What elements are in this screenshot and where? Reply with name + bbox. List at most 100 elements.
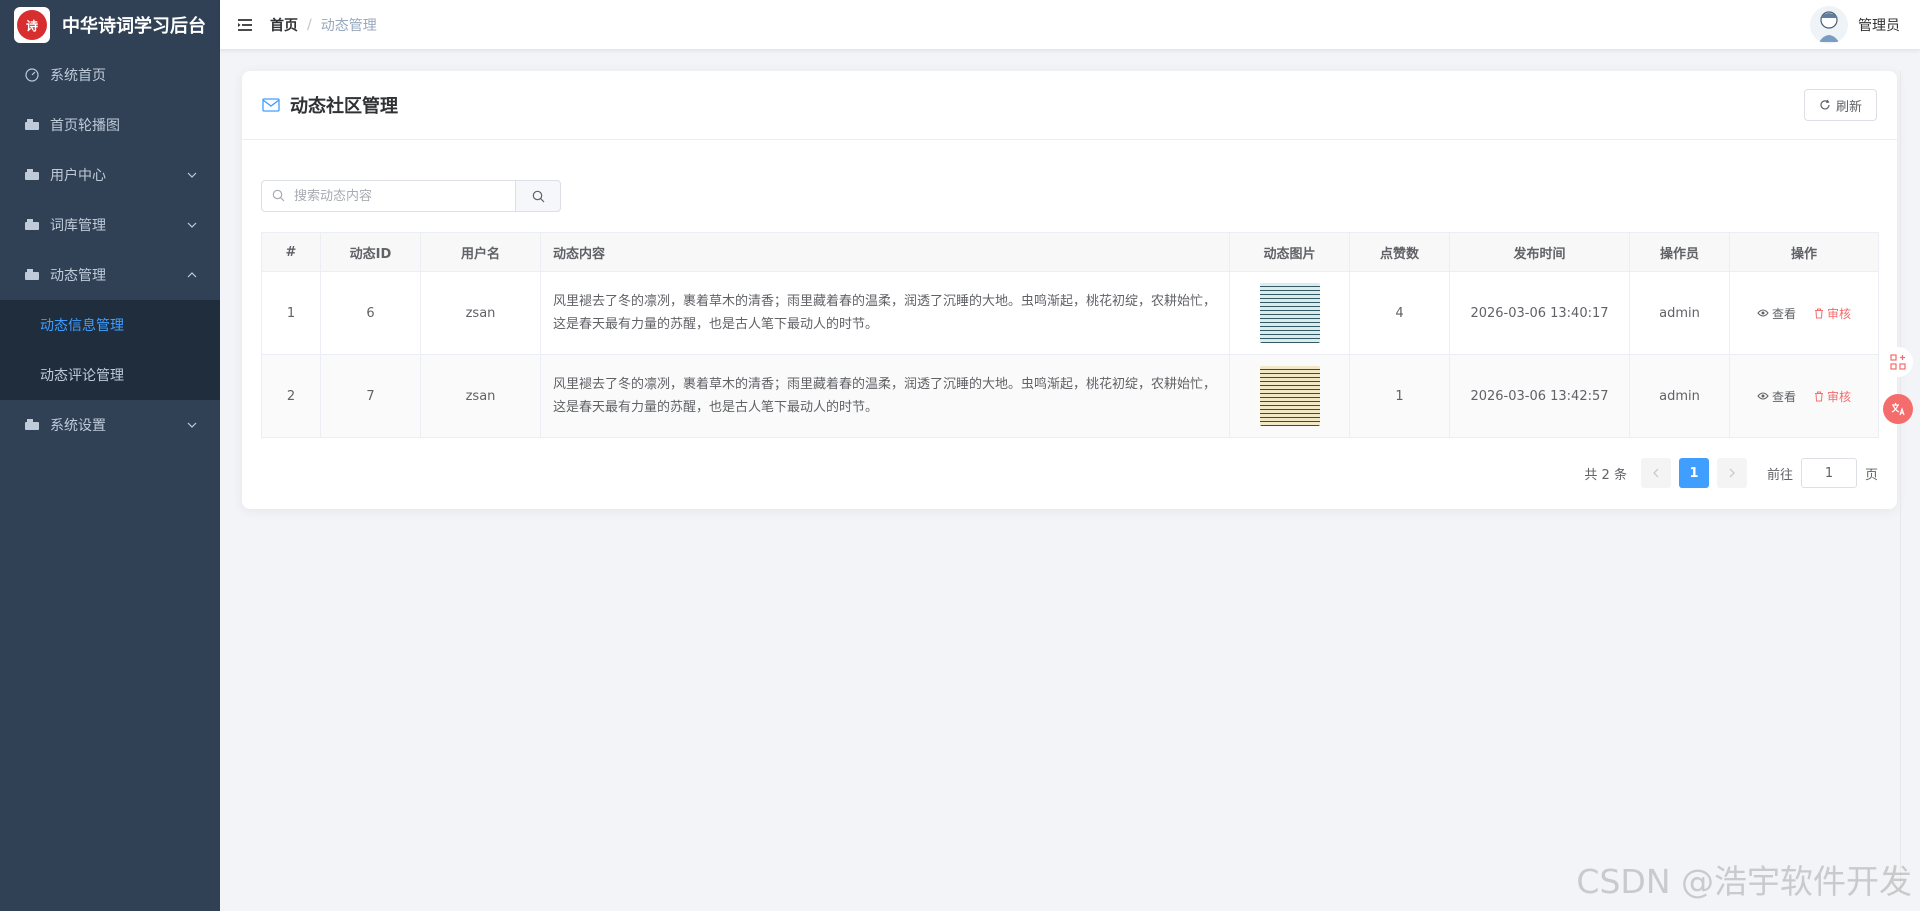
floating-translate-button[interactable] bbox=[1883, 394, 1913, 424]
cell-user: zsan bbox=[420, 271, 541, 355]
table-row: 1 6 zsan 风里褪去了冬的凛冽，裹着草木的清香；雨里藏着春的温柔，润透了沉… bbox=[261, 271, 1879, 355]
settings-icon bbox=[24, 417, 40, 433]
goto-label: 前往 bbox=[1766, 467, 1793, 483]
table-header-row: # 动态ID 用户名 动态内容 动态图片 点赞数 发布时间 操作员 操作 bbox=[261, 232, 1879, 272]
search-button[interactable] bbox=[515, 180, 561, 212]
cell-content: 风里褪去了冬的凛冽，裹着草木的清香；雨里藏着春的温柔，润透了沉睡的大地。虫鸣渐起… bbox=[540, 354, 1230, 438]
next-page-button[interactable] bbox=[1716, 458, 1747, 488]
pagination: 共 2 条 1 前往 页 bbox=[1584, 458, 1878, 488]
cell-time: 2026-03-06 13:42:57 bbox=[1449, 354, 1630, 438]
user-menu[interactable]: 管理员 bbox=[1810, 0, 1900, 50]
sidebar-item-dashboard[interactable]: 系统首页 bbox=[0, 50, 220, 100]
refresh-button[interactable]: 刷新 bbox=[1803, 89, 1877, 121]
breadcrumb-current: 动态管理 bbox=[320, 17, 377, 34]
sidebar-item-label: 系统设置 bbox=[50, 418, 106, 434]
view-button[interactable]: 查看 bbox=[1757, 305, 1796, 322]
moment-image-thumbnail[interactable] bbox=[1259, 366, 1320, 426]
sidebar-menu: 系统首页 首页轮播图 用户中心 词库管理 动态管理 动态信息管理 动态评论管理 … bbox=[0, 50, 220, 450]
audit-label: 审核 bbox=[1827, 306, 1852, 321]
watermark: CSDN @浩宇软件开发 bbox=[1576, 862, 1912, 901]
search-icon bbox=[272, 189, 285, 202]
hamburger-button[interactable] bbox=[220, 0, 270, 50]
user-name: 管理员 bbox=[1858, 18, 1900, 34]
chevron-up-icon bbox=[187, 272, 197, 278]
table-row: 2 7 zsan 风里褪去了冬的凛冽，裹着草木的清香；雨里藏着春的温柔，润透了沉… bbox=[261, 354, 1879, 438]
breadcrumb-home[interactable]: 首页 bbox=[270, 15, 298, 35]
page-jump-input[interactable] bbox=[1800, 458, 1857, 488]
cell-image bbox=[1229, 271, 1350, 355]
column-header: 发布时间 bbox=[1449, 232, 1630, 272]
refresh-icon bbox=[1820, 99, 1830, 110]
chevron-down-icon bbox=[187, 172, 197, 178]
audit-button[interactable]: 审核 bbox=[1814, 388, 1851, 405]
chevron-down-icon bbox=[187, 222, 197, 228]
sidebar-item-settings[interactable]: 系统设置 bbox=[0, 400, 220, 450]
sidebar-item-lexicon[interactable]: 词库管理 bbox=[0, 200, 220, 250]
brand[interactable]: 诗 中华诗词学习后台 bbox=[0, 0, 220, 50]
card-header: 动态社区管理 刷新 bbox=[242, 71, 1897, 140]
column-header: 用户名 bbox=[420, 232, 541, 272]
view-button[interactable]: 查看 bbox=[1757, 388, 1796, 405]
column-header: 动态图片 bbox=[1229, 232, 1350, 272]
sidebar-subitem-moment-info[interactable]: 动态信息管理 bbox=[0, 300, 220, 350]
breadcrumb-separator: / bbox=[307, 16, 312, 33]
moments-table: # 动态ID 用户名 动态内容 动态图片 点赞数 发布时间 操作员 操作 1 6… bbox=[261, 232, 1879, 438]
cell-id: 6 bbox=[320, 271, 421, 355]
cell-actions: 查看 审核 bbox=[1729, 354, 1879, 438]
view-label: 查看 bbox=[1771, 306, 1796, 321]
sidebar-subitem-label: 动态信息管理 bbox=[40, 318, 124, 334]
moment-image-thumbnail[interactable] bbox=[1259, 283, 1320, 343]
page-suffix: 页 bbox=[1864, 467, 1878, 483]
cell-index: 2 bbox=[261, 354, 321, 438]
page-title: 动态社区管理 bbox=[290, 96, 398, 117]
user-icon bbox=[24, 167, 40, 183]
sidebar-item-label: 用户中心 bbox=[50, 168, 106, 184]
apps-add-icon bbox=[1890, 354, 1906, 370]
sidebar-item-users[interactable]: 用户中心 bbox=[0, 150, 220, 200]
view-label: 查看 bbox=[1771, 389, 1796, 404]
column-header: 操作员 bbox=[1629, 232, 1730, 272]
navbar: 首页 / 动态管理 管理员 bbox=[220, 0, 1920, 50]
prev-page-button[interactable] bbox=[1640, 458, 1671, 488]
sidebar-item-label: 词库管理 bbox=[50, 218, 106, 234]
eye-icon bbox=[1757, 392, 1769, 400]
mail-icon bbox=[262, 98, 280, 112]
translate-icon bbox=[1891, 403, 1905, 416]
sidebar-item-label: 系统首页 bbox=[50, 68, 106, 84]
audit-label: 审核 bbox=[1827, 389, 1852, 404]
avatar bbox=[1810, 6, 1848, 44]
cell-operator: admin bbox=[1629, 354, 1730, 438]
column-header: 动态内容 bbox=[540, 232, 1230, 272]
search-input[interactable] bbox=[261, 180, 515, 212]
column-header: # bbox=[261, 232, 321, 272]
floating-divider bbox=[1900, 71, 1901, 891]
search-icon bbox=[532, 190, 544, 202]
column-header: 动态ID bbox=[320, 232, 421, 272]
sidebar-subitem-moment-comments[interactable]: 动态评论管理 bbox=[0, 350, 220, 400]
chevron-down-icon bbox=[187, 422, 197, 428]
chevron-left-icon bbox=[1653, 468, 1659, 478]
cell-actions: 查看 审核 bbox=[1729, 271, 1879, 355]
cell-image bbox=[1229, 354, 1350, 438]
logo-mark: 诗 bbox=[17, 10, 47, 40]
breadcrumb: 首页 / 动态管理 bbox=[270, 15, 377, 35]
search-bar bbox=[261, 180, 561, 212]
cell-likes: 4 bbox=[1349, 271, 1450, 355]
image-icon bbox=[24, 117, 40, 133]
cell-content: 风里褪去了冬的凛冽，裹着草木的清香；雨里藏着春的温柔，润透了沉睡的大地。虫鸣渐起… bbox=[540, 271, 1230, 355]
sidebar-item-carousel[interactable]: 首页轮播图 bbox=[0, 100, 220, 150]
sidebar-subitem-label: 动态评论管理 bbox=[40, 368, 124, 384]
floating-app-button[interactable] bbox=[1883, 347, 1913, 377]
column-header: 点赞数 bbox=[1349, 232, 1450, 272]
page-jumper: 前往 页 bbox=[1767, 458, 1878, 488]
submenu-moments: 动态信息管理 动态评论管理 bbox=[0, 300, 220, 400]
sidebar: 诗 中华诗词学习后台 系统首页 首页轮播图 用户中心 词库管理 动态管理 动态信… bbox=[0, 0, 220, 911]
refresh-label: 刷新 bbox=[1835, 99, 1862, 115]
sidebar-item-moments[interactable]: 动态管理 bbox=[0, 250, 220, 300]
sidebar-item-label: 动态管理 bbox=[50, 268, 106, 284]
column-header: 操作 bbox=[1729, 232, 1879, 272]
audit-button[interactable]: 审核 bbox=[1814, 305, 1851, 322]
cell-likes: 1 bbox=[1349, 354, 1450, 438]
page-number[interactable]: 1 bbox=[1678, 458, 1709, 488]
moment-icon bbox=[24, 267, 40, 283]
